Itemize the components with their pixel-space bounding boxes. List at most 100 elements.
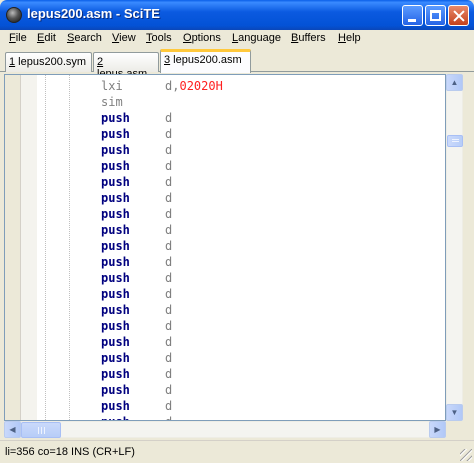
operand: d,02020H: [165, 79, 223, 93]
menu-item[interactable]: Tools: [146, 32, 172, 44]
code-line[interactable]: push d: [5, 334, 445, 350]
instruction: push: [101, 367, 130, 381]
operand: d: [165, 127, 173, 141]
code-line[interactable]: push d: [5, 414, 445, 420]
instruction: push: [101, 207, 130, 221]
code-line[interactable]: push d: [5, 398, 445, 414]
instruction: push: [101, 143, 130, 157]
operand: d: [165, 239, 173, 253]
tab-file[interactable]: 3 lepus200.asm: [160, 49, 251, 73]
operand: d: [165, 414, 172, 420]
scite-app-icon[interactable]: [6, 7, 22, 23]
operand: d: [165, 143, 173, 157]
operand: d: [165, 351, 173, 365]
code-line[interactable]: push d: [5, 366, 445, 382]
scrollbar-corner: [446, 421, 463, 438]
code-line[interactable]: push d: [5, 238, 445, 254]
code-line[interactable]: push d: [5, 270, 445, 286]
operand: d: [165, 271, 173, 285]
resize-grip-icon[interactable]: [460, 449, 472, 461]
instruction: push: [101, 303, 130, 317]
horizontal-scroll-thumb[interactable]: [21, 422, 61, 438]
code-line[interactable]: push d: [5, 126, 445, 142]
instruction: push: [101, 414, 130, 420]
menu-item[interactable]: Buffers: [291, 32, 326, 44]
instruction: push: [101, 175, 130, 189]
operand: d: [165, 367, 173, 381]
operand: d: [165, 207, 173, 221]
instruction: push: [101, 383, 130, 397]
menu-item[interactable]: Help: [338, 32, 361, 44]
menu-item[interactable]: Edit: [37, 32, 56, 44]
instruction: push: [101, 191, 130, 205]
scroll-down-button[interactable]: ▼: [446, 404, 463, 421]
code-line[interactable]: push d: [5, 206, 445, 222]
instruction: push: [101, 351, 130, 365]
tab-file[interactable]: 2 lepus.asm: [93, 52, 159, 80]
instruction: push: [101, 127, 130, 141]
operand: d: [165, 255, 173, 269]
editor-pane[interactable]: lxi d,02020H sim push d push d push d push d push d p…: [4, 74, 446, 421]
operand: d: [165, 335, 173, 349]
minimize-button[interactable]: [402, 5, 423, 26]
instruction: push: [101, 111, 130, 125]
vertical-scroll-thumb[interactable]: [447, 135, 463, 147]
code-line[interactable]: push d: [5, 110, 445, 126]
status-text: li=356 co=18 INS (CR+LF): [5, 446, 135, 458]
operand: d: [165, 175, 173, 189]
title-bar[interactable]: lepus200.asm - SciTE: [0, 0, 474, 30]
code-line[interactable]: push d: [5, 142, 445, 158]
operand: d: [165, 383, 173, 397]
code-line[interactable]: sim: [5, 94, 445, 110]
menu-bar: File Edit Search View Tools Options Language Bu…: [0, 30, 474, 49]
status-bar: li=356 co=18 INS (CR+LF): [0, 440, 474, 463]
horizontal-scrollbar[interactable]: ◀ ▶: [4, 421, 446, 438]
scroll-right-button[interactable]: ▶: [429, 421, 446, 438]
code-line[interactable]: lxi d,02020H: [5, 78, 445, 94]
code-line[interactable]: push d: [5, 190, 445, 206]
operand: d: [165, 111, 173, 125]
maximize-icon: [430, 10, 441, 21]
minimize-icon: [408, 19, 416, 22]
instruction: push: [101, 271, 130, 285]
operand: d: [165, 303, 173, 317]
instruction: lxi: [101, 79, 123, 93]
maximize-button[interactable]: [425, 5, 446, 26]
menu-item[interactable]: File: [9, 32, 27, 44]
instruction: push: [101, 223, 130, 237]
operand: d: [165, 287, 173, 301]
operand: d: [165, 159, 173, 173]
instruction: push: [101, 335, 130, 349]
instruction: push: [101, 239, 130, 253]
code-line[interactable]: push d: [5, 286, 445, 302]
code-line[interactable]: push d: [5, 254, 445, 270]
code-line[interactable]: push d: [5, 318, 445, 334]
instruction: push: [101, 399, 130, 413]
code-line[interactable]: push d: [5, 350, 445, 366]
menu-item[interactable]: Search: [67, 32, 102, 44]
instruction: push: [101, 287, 130, 301]
vertical-scrollbar[interactable]: ▲ ▼: [446, 74, 463, 421]
operand: d: [165, 319, 173, 333]
instruction: push: [101, 319, 130, 333]
operand: d: [165, 191, 173, 205]
instruction: push: [101, 159, 130, 173]
code-line[interactable]: push d: [5, 382, 445, 398]
tab-strip: 1 lepus200.sym2 lepus.asm3 lepus200.asm: [0, 49, 474, 80]
menu-item[interactable]: View: [112, 32, 136, 44]
code-line[interactable]: push d: [5, 158, 445, 174]
menu-item[interactable]: Language: [232, 32, 281, 44]
tab-file[interactable]: 1 lepus200.sym: [5, 52, 92, 72]
code-line[interactable]: push d: [5, 174, 445, 190]
code-line[interactable]: push d: [5, 222, 445, 238]
scroll-left-button[interactable]: ◀: [4, 421, 21, 438]
operand: d: [165, 399, 173, 413]
window-title: lepus200.asm - SciTE: [27, 6, 160, 21]
operand: d: [165, 223, 173, 237]
menu-item[interactable]: Options: [183, 32, 221, 44]
scroll-up-button[interactable]: ▲: [446, 74, 463, 91]
instruction: sim: [101, 95, 123, 109]
instruction: push: [101, 255, 130, 269]
code-line[interactable]: push d: [5, 302, 445, 318]
close-button[interactable]: [448, 5, 469, 26]
